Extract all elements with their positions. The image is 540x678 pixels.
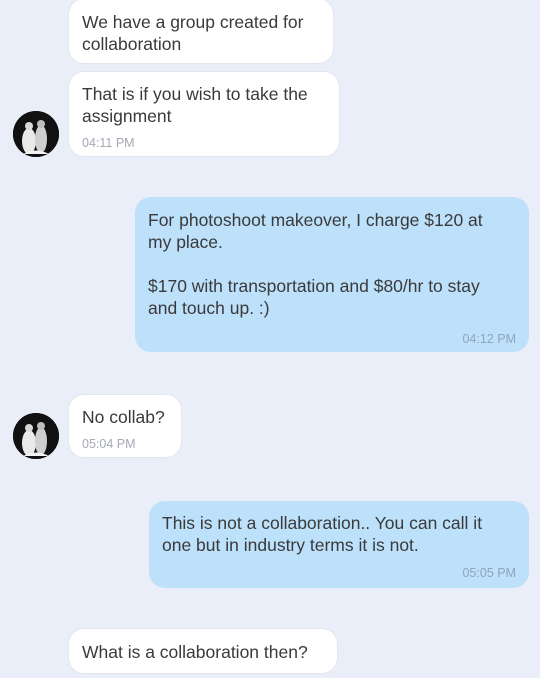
contact-photo-icon: [13, 413, 59, 459]
message-text: For photoshoot makeover, I charge $120 a…: [148, 210, 483, 318]
message-text: We have a group created for collaboratio…: [82, 12, 304, 54]
message-text: This is not a collaboration.. You can ca…: [162, 513, 483, 555]
message-timestamp: 04:12 PM: [462, 332, 516, 346]
incoming-message[interactable]: We have a group created for collaboratio…: [68, 0, 334, 64]
message-timestamp: 04:11 PM: [82, 136, 135, 150]
incoming-message[interactable]: What is a collaboration then?: [68, 628, 338, 674]
contact-avatar[interactable]: [13, 413, 59, 459]
incoming-message[interactable]: That is if you wish to take the assignme…: [68, 71, 340, 157]
outgoing-message[interactable]: This is not a collaboration.. You can ca…: [149, 501, 529, 588]
message-timestamp: 05:04 PM: [82, 437, 136, 451]
message-text: That is if you wish to take the assignme…: [82, 84, 308, 126]
contact-avatar[interactable]: [13, 111, 59, 157]
outgoing-message[interactable]: For photoshoot makeover, I charge $120 a…: [135, 197, 529, 352]
message-text: What is a collaboration then?: [82, 642, 308, 662]
contact-photo-icon: [13, 111, 59, 157]
message-timestamp: 05:05 PM: [462, 566, 516, 580]
message-text: No collab?: [82, 407, 165, 427]
incoming-message[interactable]: No collab? 05:04 PM: [68, 394, 182, 458]
